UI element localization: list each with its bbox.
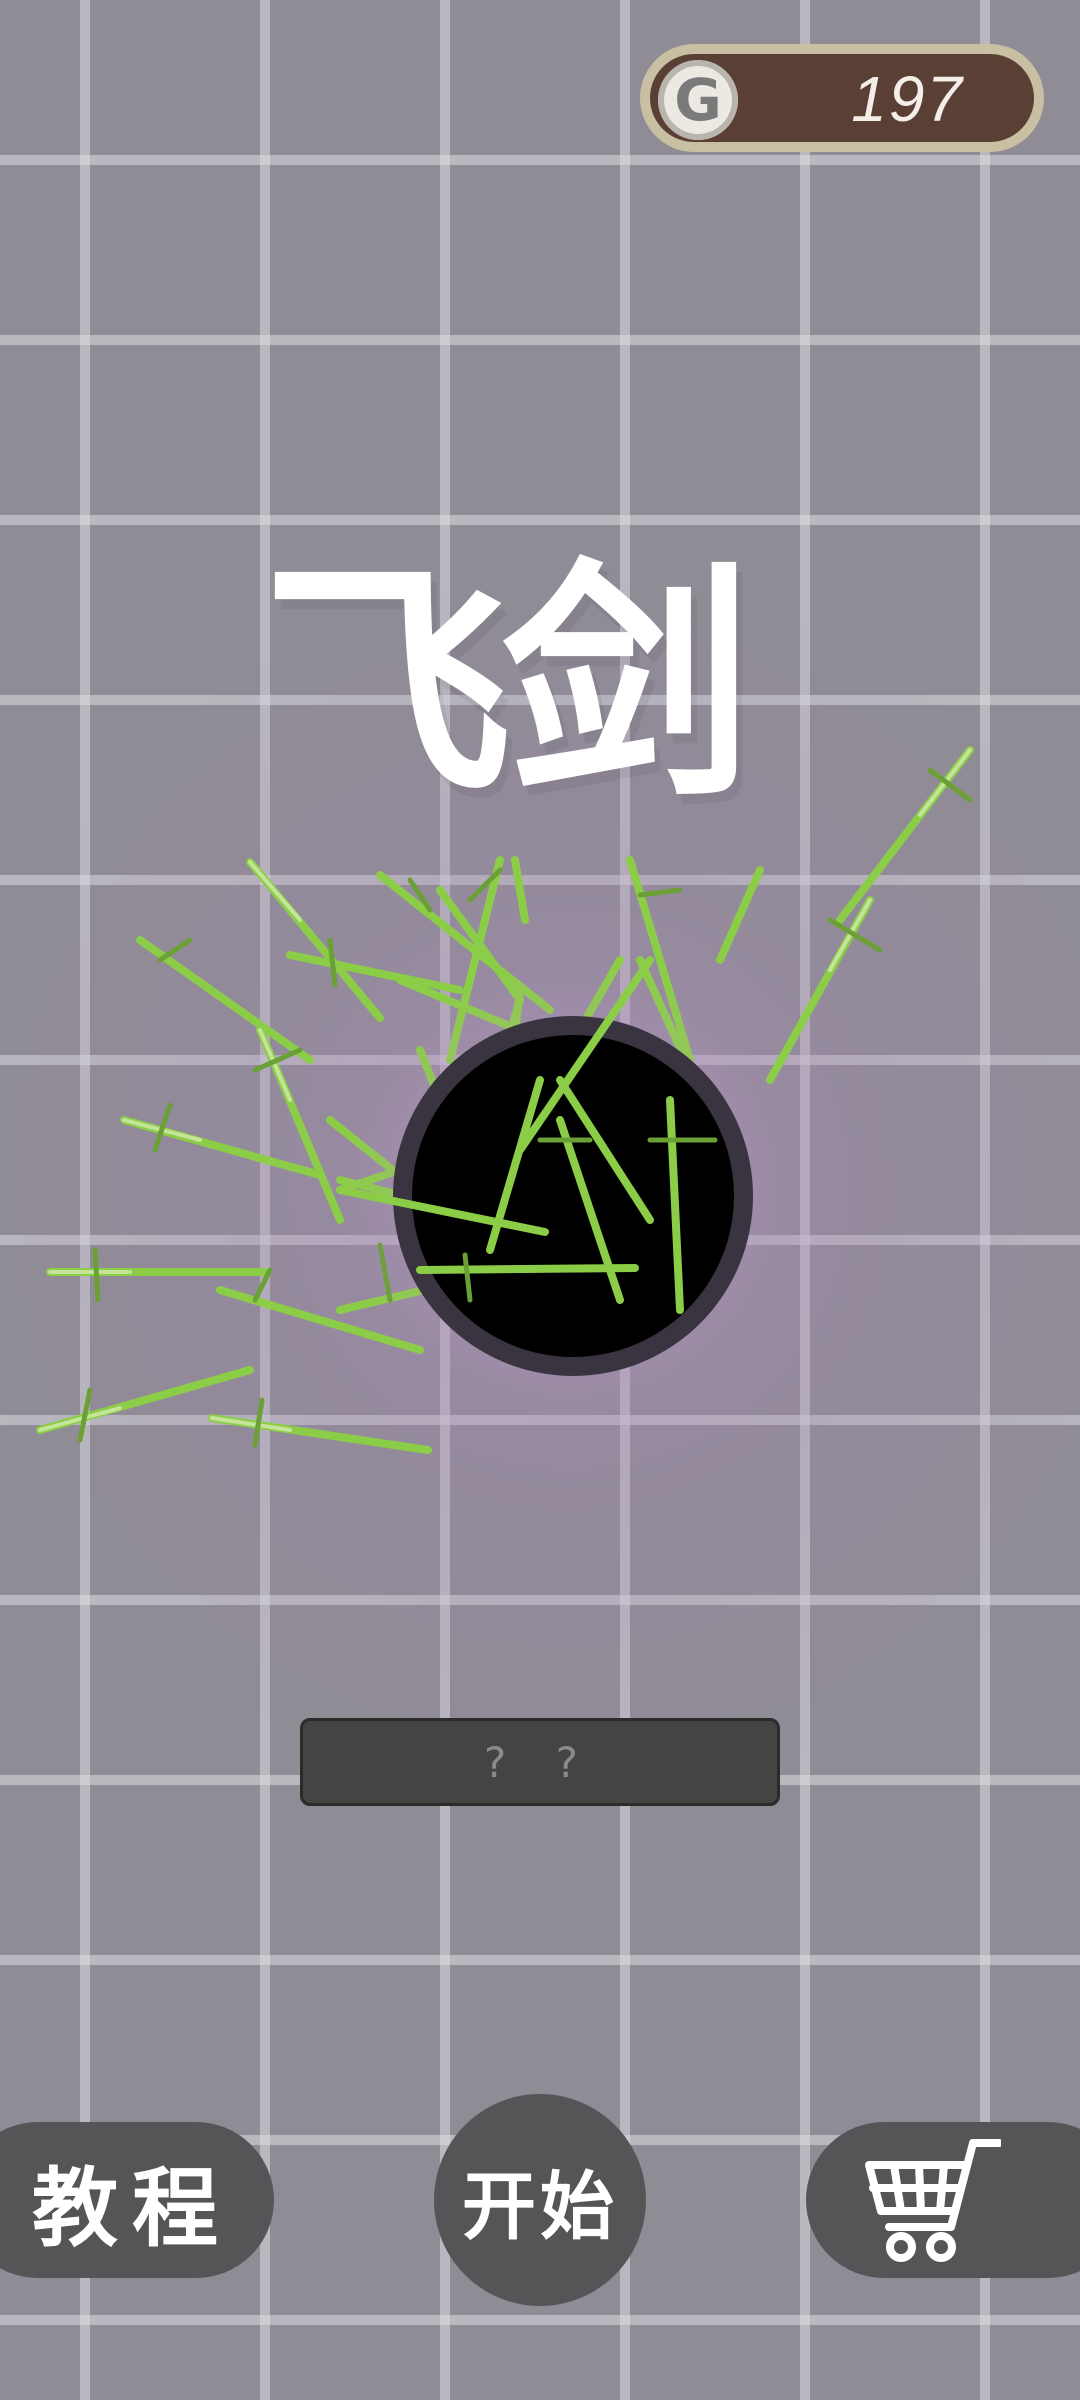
tutorial-button-label: 教程 [32, 2158, 232, 2259]
shop-button[interactable] [806, 2122, 1080, 2278]
player-name-field[interactable]: ? ? [300, 1718, 780, 1806]
start-button-label: 开始 [462, 2163, 618, 2250]
swords-over-hole [336, 956, 718, 1314]
start-button[interactable]: 开始 [434, 2094, 646, 2306]
cart-icon [865, 2139, 1001, 2262]
tutorial-button[interactable]: 教程 [0, 2122, 274, 2278]
